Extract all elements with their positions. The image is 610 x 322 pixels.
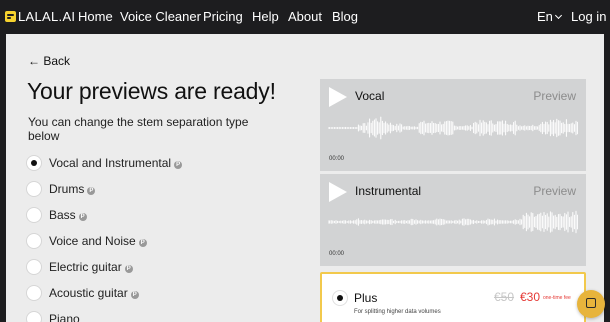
- nav-voice-cleaner[interactable]: Voice Cleaner: [120, 9, 201, 24]
- nav-pricing[interactable]: Pricing: [203, 9, 243, 24]
- option-label: Piano: [49, 312, 80, 322]
- plan-option-plus[interactable]: Plus For splitting higher data volumes €…: [320, 272, 586, 322]
- option-label: Vocal and Instrumental: [49, 156, 172, 170]
- option-label: Voice and Noise: [49, 234, 136, 248]
- radio-button[interactable]: [26, 259, 42, 275]
- instrumental-waveform[interactable]: [328, 208, 578, 236]
- instrumental-preview-card: Instrumental Preview 00:00: [320, 174, 586, 266]
- time-label: 00:00: [329, 156, 345, 162]
- play-icon[interactable]: [329, 87, 347, 107]
- login-link[interactable]: Log in: [571, 9, 606, 24]
- option-label: Drums: [49, 182, 85, 196]
- radio-button[interactable]: [26, 233, 42, 249]
- logo-text[interactable]: LALAL.AI: [18, 9, 75, 24]
- plan-description: For splitting higher data volumes: [354, 309, 441, 315]
- pro-badge-icon: P: [130, 291, 139, 299]
- nav-help[interactable]: Help: [252, 9, 279, 24]
- radio-button[interactable]: [26, 311, 42, 322]
- track-name: Instrumental: [355, 184, 422, 198]
- pro-badge-icon: P: [124, 265, 133, 273]
- radio-button[interactable]: [332, 290, 348, 306]
- option-label: Acoustic guitar: [49, 286, 128, 300]
- play-icon[interactable]: [329, 182, 347, 202]
- language-label: En: [537, 9, 553, 24]
- chat-button[interactable]: [577, 290, 605, 318]
- nav-about[interactable]: About: [288, 9, 322, 24]
- lalal-logo-icon[interactable]: [5, 11, 16, 22]
- option-label: Electric guitar: [49, 260, 122, 274]
- radio-button[interactable]: [26, 181, 42, 197]
- radio-button[interactable]: [26, 155, 42, 171]
- frame-left: [0, 34, 6, 322]
- pro-badge-icon: P: [138, 239, 147, 247]
- preview-label[interactable]: Preview: [533, 89, 576, 103]
- radio-button[interactable]: [26, 207, 42, 223]
- top-nav: LALAL.AI Home Voice Cleaner Pricing Help…: [0, 0, 610, 34]
- pro-badge-icon: P: [87, 187, 96, 195]
- vocal-preview-card: Vocal Preview 00:00: [320, 79, 586, 171]
- price-note: one-time fee: [543, 295, 571, 301]
- preview-label[interactable]: Preview: [533, 184, 576, 198]
- language-selector[interactable]: En: [537, 9, 562, 24]
- new-price: €30: [520, 290, 541, 304]
- old-price: €50: [494, 290, 515, 304]
- pro-badge-icon: P: [174, 161, 183, 169]
- frame-right: [604, 34, 610, 322]
- back-link[interactable]: ← Back: [28, 54, 70, 68]
- plan-name: Plus: [354, 291, 378, 305]
- chevron-down-icon: [554, 11, 562, 20]
- page-subtitle: You can change the stem separation type …: [28, 115, 249, 143]
- vocal-waveform[interactable]: [328, 114, 578, 142]
- option-label: Bass: [49, 208, 76, 222]
- chat-icon: [586, 298, 596, 308]
- pro-badge-icon: P: [78, 213, 87, 221]
- track-name: Vocal: [355, 89, 385, 103]
- nav-home[interactable]: Home: [78, 9, 113, 24]
- nav-blog[interactable]: Blog: [332, 9, 358, 24]
- time-label: 00:00: [329, 251, 345, 257]
- page-title: Your previews are ready!: [27, 78, 276, 104]
- radio-button[interactable]: [26, 285, 42, 301]
